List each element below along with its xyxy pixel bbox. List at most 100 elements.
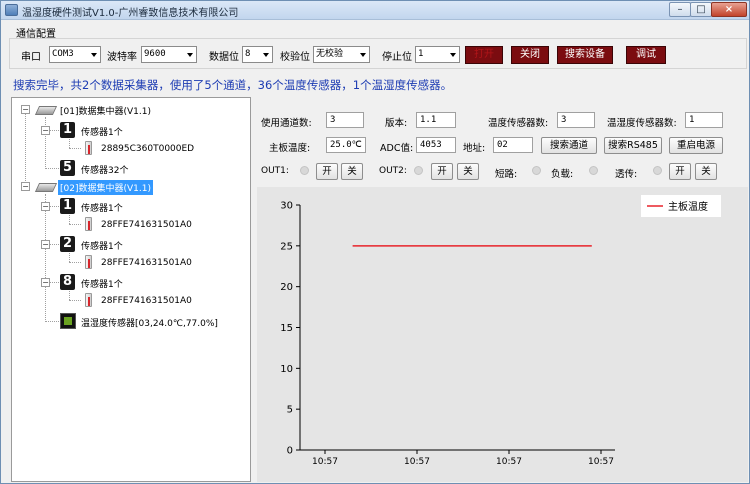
short-indicator-led <box>532 166 541 175</box>
tree-node-hub2-ch2[interactable]: 传感器1个 <box>81 239 123 252</box>
restart-power-button[interactable]: 重启电源 <box>669 137 723 154</box>
thermometer-icon <box>85 217 92 231</box>
device-tree[interactable]: − [01]数据集中器(V1.1) − 1 传感器1个 28895C360T00… <box>11 97 251 482</box>
out2-off-button[interactable]: 关 <box>457 163 479 180</box>
out2-on-button[interactable]: 开 <box>431 163 453 180</box>
temp-count-field[interactable]: 3 <box>557 112 595 128</box>
open-port-button[interactable]: 打开 <box>465 46 503 64</box>
tree-line <box>69 148 81 149</box>
tree-node-hub1-ch1[interactable]: 传感器1个 <box>81 125 123 138</box>
chart-y-tick-label: 0 <box>287 446 293 457</box>
tree-node-hub2-ch8[interactable]: 传感器1个 <box>81 277 123 290</box>
chart-y-tick-label: 25 <box>280 241 293 252</box>
tree-node-hub1[interactable]: [01]数据集中器(V1.1) <box>60 104 151 117</box>
chevron-down-icon <box>360 53 366 57</box>
thermometer-icon <box>85 141 92 155</box>
passthrough-off-button[interactable]: 关 <box>695 163 717 180</box>
hub2-ch1-collapse-toggle[interactable]: − <box>41 202 50 211</box>
channel-number-icon: 2 <box>60 236 75 252</box>
out1-indicator-led <box>300 166 309 175</box>
chevron-down-icon <box>263 53 269 57</box>
tree-node-hub2[interactable]: [02]数据集中器(V1.1) <box>58 180 153 195</box>
humid-count-field[interactable]: 1 <box>685 112 723 128</box>
chart-legend-label: 主板温度 <box>668 200 708 213</box>
databits-select[interactable]: 8 <box>242 46 273 63</box>
chevron-down-icon <box>91 53 97 57</box>
chart-svg: 0 5 10 15 20 25 30 10:57 10:57 10:57 10:57 主板温度 <box>280 195 721 467</box>
channel-number-icon: 5 <box>60 160 75 176</box>
hub2-ch2-collapse-toggle[interactable]: − <box>41 240 50 249</box>
title-bar: 温湿度硬件测试V1.0-广州睿致信息技术有限公司 – □ × <box>1 1 749 20</box>
stopbits-label: 停止位 <box>382 52 412 63</box>
chart-y-tick-label: 10 <box>280 364 293 375</box>
minimize-button[interactable]: – <box>669 2 691 17</box>
short-label: 短路: <box>495 169 518 180</box>
tree-line <box>69 300 81 301</box>
baud-label: 波特率 <box>107 52 137 63</box>
tree-node-hub2-ch2-sensor[interactable]: 28FFE741631501A0 <box>101 258 192 268</box>
close-port-button[interactable]: 关闭 <box>511 46 549 64</box>
passthrough-label: 透传: <box>615 169 638 180</box>
tree-node-hub1-ch1-sensor[interactable]: 28895C360T0000ED <box>101 144 194 154</box>
temperature-chart: 0 5 10 15 20 25 30 10:57 10:57 10:57 10:57 主板温度 <box>257 187 748 482</box>
channel-number-icon: 8 <box>60 274 75 290</box>
chevron-down-icon <box>187 53 193 57</box>
adc-field[interactable]: 4053 <box>416 137 456 153</box>
version-label: 版本: <box>385 118 408 129</box>
maximize-button[interactable]: □ <box>690 2 712 17</box>
chart-y-tick-label: 15 <box>280 323 293 334</box>
baud-select[interactable]: 9600 <box>141 46 197 63</box>
out1-off-button[interactable]: 关 <box>341 163 363 180</box>
chart-x-tick-label: 10:57 <box>312 457 338 467</box>
hub2-ch8-collapse-toggle[interactable]: − <box>41 278 50 287</box>
out2-indicator-led <box>414 166 423 175</box>
load-label: 负载: <box>551 169 574 180</box>
chart-y-tick-label: 30 <box>280 201 293 212</box>
board-temp-field[interactable]: 25.0℃ <box>326 137 366 153</box>
channels-field[interactable]: 3 <box>326 112 364 128</box>
port-value: COM3 <box>52 49 74 59</box>
tree-line <box>45 321 59 322</box>
tree-node-hub2-ch8-sensor[interactable]: 28FFE741631501A0 <box>101 296 192 306</box>
hub1-collapse-toggle[interactable]: − <box>21 105 30 114</box>
out1-on-button[interactable]: 开 <box>316 163 338 180</box>
parity-value: 无校验 <box>316 49 344 59</box>
version-field[interactable]: 1.1 <box>416 112 456 128</box>
chevron-down-icon <box>450 53 456 57</box>
tree-node-hub2-ch1-sensor[interactable]: 28FFE741631501A0 <box>101 220 192 230</box>
chart-x-tick-label: 10:57 <box>588 457 614 467</box>
channel-number-icon: 1 <box>60 122 75 138</box>
close-window-button[interactable]: × <box>711 2 747 17</box>
databits-value: 8 <box>245 49 251 59</box>
thermometer-icon <box>85 255 92 269</box>
tree-line <box>45 168 59 169</box>
hub1-ch1-collapse-toggle[interactable]: − <box>41 126 50 135</box>
app-window: 温湿度硬件测试V1.0-广州睿致信息技术有限公司 – □ × 通信配置 串口 C… <box>0 0 750 484</box>
app-icon <box>5 4 18 16</box>
adc-label: ADC值: <box>380 143 414 154</box>
thermometer-icon <box>85 293 92 307</box>
tree-node-hub1-ch5[interactable]: 传感器32个 <box>81 163 128 176</box>
board-temp-label: 主板温度: <box>269 143 311 154</box>
parity-select[interactable]: 无校验 <box>313 46 370 63</box>
passthrough-on-button[interactable]: 开 <box>669 163 691 180</box>
chart-y-tick-label: 20 <box>280 282 293 293</box>
baud-value: 9600 <box>144 49 166 59</box>
port-label: 串口 <box>21 52 41 63</box>
humidity-sensor-chip-icon <box>60 313 76 329</box>
search-channel-button[interactable]: 搜索通道 <box>541 137 597 154</box>
search-device-button[interactable]: 搜索设备 <box>557 46 613 64</box>
tree-node-hub2-ch1[interactable]: 传感器1个 <box>81 201 123 214</box>
hub-icon <box>34 106 58 115</box>
parity-label: 校验位 <box>280 52 310 63</box>
hub2-collapse-toggle[interactable]: − <box>21 182 30 191</box>
tree-node-hub2-humidity-sensor[interactable]: 温湿度传感器[03,24.0℃,77.0%] <box>81 316 218 329</box>
passthrough-indicator-led <box>653 166 662 175</box>
tree-line <box>69 224 81 225</box>
addr-field[interactable]: 02 <box>493 137 533 153</box>
search-rs485-button[interactable]: 搜索RS485 <box>604 137 662 154</box>
stopbits-select[interactable]: 1 <box>415 46 460 63</box>
chart-x-tick-label: 10:57 <box>496 457 522 467</box>
debug-button[interactable]: 调试 <box>626 46 666 64</box>
port-select[interactable]: COM3 <box>49 46 101 63</box>
